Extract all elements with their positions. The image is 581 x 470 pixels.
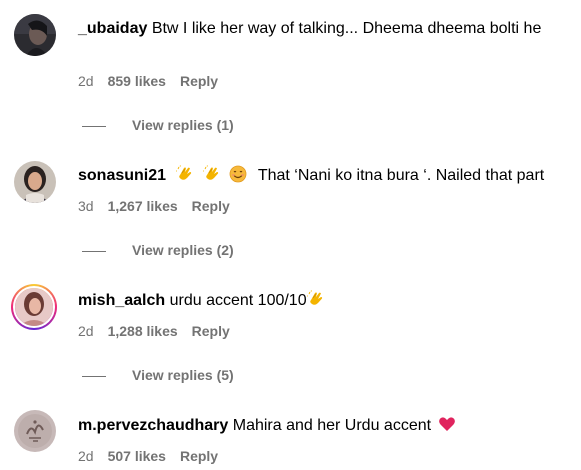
red-heart-icon xyxy=(438,417,455,431)
avatar-photo-calligraphy xyxy=(14,410,56,452)
avatar[interactable] xyxy=(11,284,57,330)
reply-button[interactable]: Reply xyxy=(192,198,230,214)
replies-divider-line xyxy=(82,250,106,252)
comment-likes[interactable]: 859 likes xyxy=(108,73,166,89)
avatar[interactable] xyxy=(14,14,56,56)
avatar-photo-dark xyxy=(14,14,56,56)
replies-divider-line xyxy=(82,375,106,377)
comment-meta: 3d 1,267 likes Reply xyxy=(78,197,230,215)
comment-likes[interactable]: 1,288 likes xyxy=(108,323,178,339)
comment-likes[interactable]: 1,267 likes xyxy=(108,198,178,214)
avatar[interactable] xyxy=(14,410,56,452)
reply-button[interactable]: Reply xyxy=(180,448,218,464)
avatar[interactable] xyxy=(14,161,56,203)
comment-username[interactable]: m.pervezchaudhary xyxy=(78,417,228,434)
avatar-photo-woman xyxy=(14,161,56,203)
clapping-hands-icon xyxy=(306,290,322,305)
comment-meta: 2d 859 likes Reply xyxy=(78,72,218,90)
reply-button[interactable]: Reply xyxy=(192,323,230,339)
view-replies-button[interactable]: View replies (2) xyxy=(82,241,234,259)
comment-message: That ‘Nani ko itna bura ‘. Nailed that p… xyxy=(257,167,545,184)
comment-message: Btw I like her way of talking... Dheema … xyxy=(151,20,542,37)
comment-text: m.pervezchaudhary Mahira and her Urdu ac… xyxy=(78,414,567,438)
view-replies-label: View replies (2) xyxy=(132,242,234,258)
replies-divider-line xyxy=(82,125,106,127)
view-replies-label: View replies (1) xyxy=(132,117,234,133)
comment-text: sonasuni21 That ‘Nani ko itna bura ‘. Na… xyxy=(78,164,567,188)
comment-username[interactable]: sonasuni21 xyxy=(78,167,166,184)
reply-button[interactable]: Reply xyxy=(180,73,218,89)
comment-meta: 2d 507 likes Reply xyxy=(78,447,218,465)
comment-message: urdu accent 100/10 xyxy=(169,292,307,309)
avatar-photo-story-ring xyxy=(15,288,53,326)
view-replies-button[interactable]: View replies (1) xyxy=(82,116,234,134)
comment-text: _ubaiday Btw I like her way of talking..… xyxy=(78,17,567,41)
comment-meta: 2d 1,288 likes Reply xyxy=(78,322,230,340)
comment-username[interactable]: _ubaiday xyxy=(78,20,147,37)
comment-time: 2d xyxy=(78,323,94,339)
clapping-hands-icon xyxy=(176,165,192,180)
comment-likes[interactable]: 507 likes xyxy=(108,448,166,464)
view-replies-label: View replies (5) xyxy=(132,367,234,383)
comment-text: mish_aalch urdu accent 100/10 xyxy=(78,289,567,313)
comment-time: 3d xyxy=(78,198,94,214)
comment-time: 2d xyxy=(78,448,94,464)
comment-message: Mahira and her Urdu accent xyxy=(232,417,432,434)
clapping-hands-icon xyxy=(202,165,219,180)
comment-username[interactable]: mish_aalch xyxy=(78,292,165,309)
smiling-face-icon xyxy=(229,165,247,183)
view-replies-button[interactable]: View replies (5) xyxy=(82,366,234,384)
comment-time: 2d xyxy=(78,73,94,89)
